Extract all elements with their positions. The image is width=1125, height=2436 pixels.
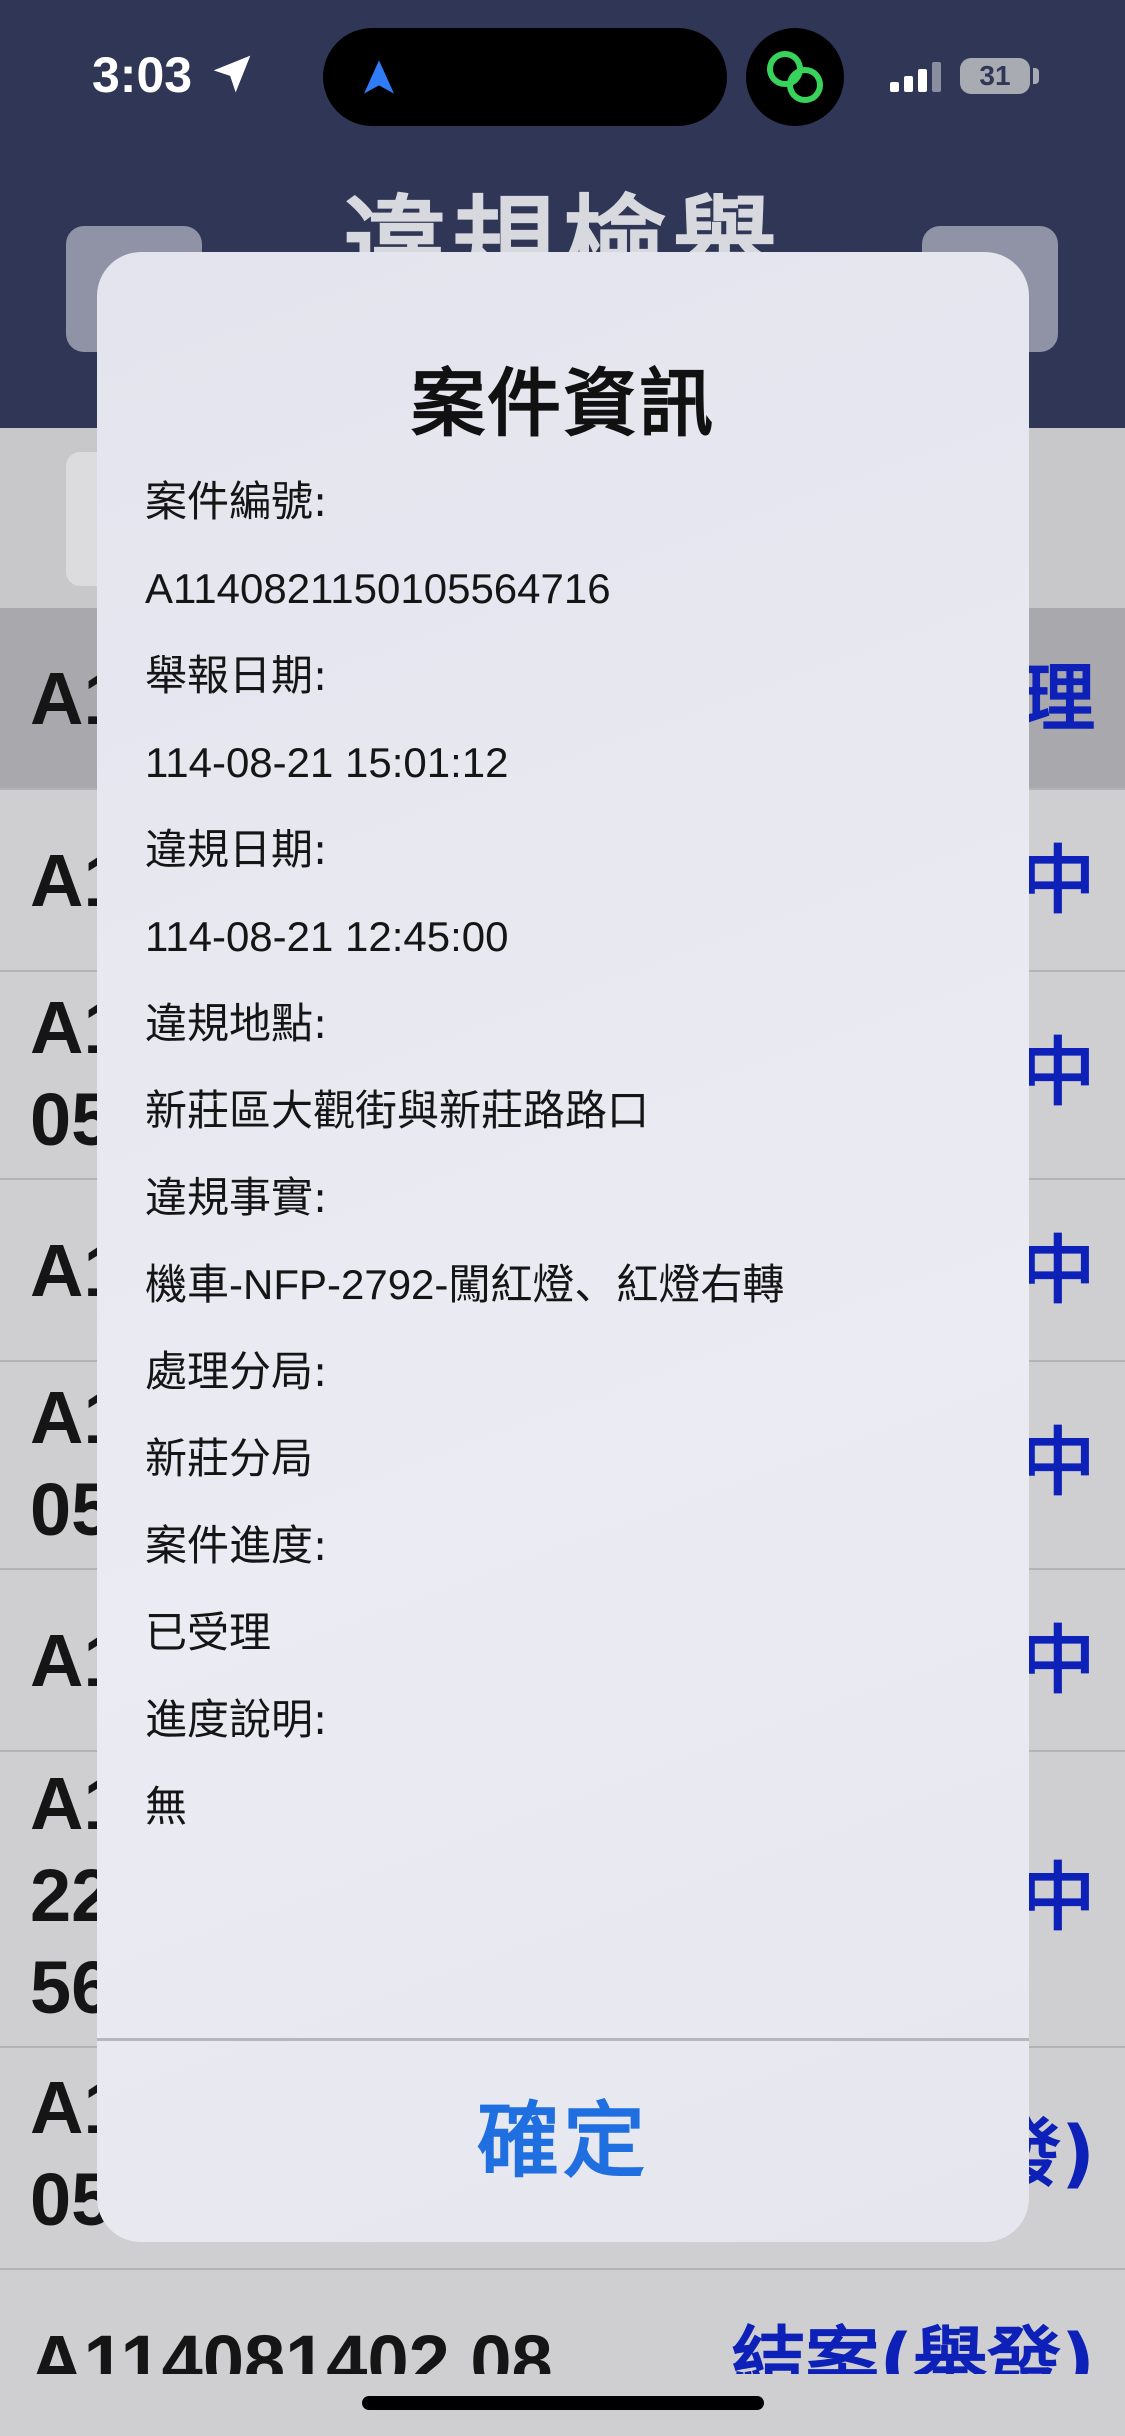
- case-progress-value: 已受理: [145, 1609, 272, 1656]
- battery-icon: 31: [960, 58, 1030, 94]
- home-indicator[interactable]: [362, 2396, 764, 2410]
- police-branch-label: 處理分局:: [145, 1347, 328, 1396]
- case-number-value: A1140821150105564716: [145, 565, 611, 612]
- progress-note-label: 進度說明:: [145, 1695, 328, 1744]
- violation-location-label: 違規地點:: [145, 999, 328, 1048]
- list-item[interactable]: A114081402.08 結案(舉發): [0, 2270, 1125, 2374]
- report-date-value: 114-08-21 15:01:12: [145, 739, 509, 786]
- violation-fact-label: 違規事實:: [145, 1173, 328, 1222]
- dynamic-island: [323, 28, 727, 126]
- case-number-label: 案件編號:: [145, 477, 328, 526]
- list-item-id: A114081402.08: [30, 2320, 553, 2374]
- list-item-status: 中: [1021, 1030, 1095, 1116]
- violation-fact-value: 機車-NFP-2792-闖紅燈、紅燈右轉: [145, 1261, 785, 1308]
- violation-date-label: 違規日期:: [145, 825, 328, 874]
- police-branch-value: 新莊分局: [145, 1435, 314, 1482]
- report-date-label: 舉報日期:: [145, 651, 328, 700]
- battery-cap: [1033, 68, 1039, 84]
- list-item-status: 中: [1021, 1855, 1095, 1941]
- list-item-status: 結案(舉發): [731, 2319, 1095, 2374]
- linked-rings-app-icon[interactable]: [746, 28, 844, 126]
- case-progress-label: 案件進度:: [145, 1521, 328, 1570]
- list-item-status: 中: [1021, 1618, 1095, 1704]
- list-item-status: 理: [1021, 656, 1095, 742]
- violation-date-value: 114-08-21 12:45:00: [145, 913, 509, 960]
- location-arrow-icon: [213, 55, 251, 93]
- list-item-status: 中: [1021, 838, 1095, 924]
- violation-location-value: 新莊區大觀街與新莊路路口: [145, 1087, 650, 1134]
- progress-note-value: 無: [145, 1783, 188, 1830]
- navigation-icon: [364, 60, 394, 94]
- alert-title: 案件資訊: [411, 361, 715, 447]
- confirm-button[interactable]: 確定: [97, 2041, 1029, 2242]
- list-item-status: 中: [1021, 1228, 1095, 1314]
- list-item-status: 中: [1021, 1420, 1095, 1506]
- cellular-signal-icon: [890, 62, 941, 92]
- case-info-alert: 案件資訊 案件編號: A1140821150105564716 舉報日期: 11…: [97, 252, 1029, 2242]
- status-time: 3:03: [92, 47, 193, 103]
